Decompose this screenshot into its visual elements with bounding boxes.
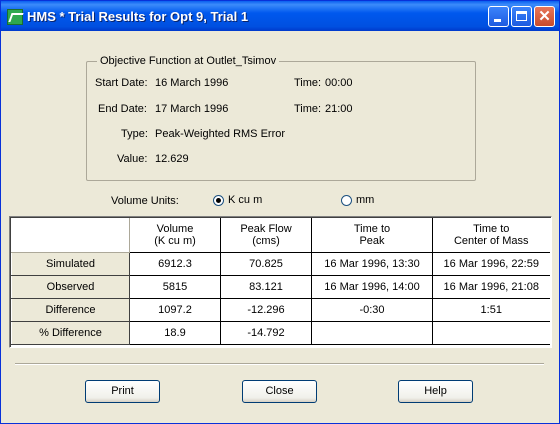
- table-cell: 1097.2: [129, 298, 221, 322]
- results-table-frame: Volume (K cu m) Peak Flow (cms) Time to Pea…: [9, 216, 552, 348]
- table-cell: 16 Mar 1996, 21:08: [432, 275, 550, 299]
- window-title: HMS * Trial Results for Opt 9, Trial 1: [27, 9, 249, 24]
- table-cell: 70.825: [220, 252, 312, 276]
- table-cell: 16 Mar 1996, 22:59: [432, 252, 550, 276]
- end-time-value: 21:00: [325, 103, 353, 115]
- table-row: % Difference 18.9 -14.792: [11, 321, 550, 345]
- separator: [15, 363, 544, 365]
- start-date-label: Start Date:: [95, 77, 148, 89]
- start-time-value: 00:00: [325, 77, 353, 89]
- minimize-button[interactable]: [488, 6, 509, 27]
- column-header-peak-flow: Peak Flow (cms): [220, 218, 312, 253]
- value-label: Value:: [117, 153, 148, 165]
- row-header-simulated: Simulated: [11, 252, 130, 276]
- table-corner-cell: [11, 218, 130, 253]
- type-label: Type:: [121, 128, 148, 140]
- radio-k-cu-m[interactable]: [213, 195, 224, 206]
- table-cell: [432, 321, 550, 345]
- hms-app-icon: [7, 9, 24, 25]
- column-header-line: (cms): [252, 235, 280, 247]
- start-date-value: 16 March 1996: [155, 77, 229, 89]
- objective-value: 12.629: [155, 153, 189, 165]
- close-button[interactable]: Close: [242, 380, 317, 403]
- table-row: Simulated 6912.3 70.825 16 Mar 1996, 13:…: [11, 252, 550, 276]
- table-cell: 6912.3: [129, 252, 221, 276]
- table-header-row: Volume (K cu m) Peak Flow (cms) Time to Pea…: [11, 218, 550, 253]
- objective-function-group-title: Objective Function at Outlet_Tsimov: [97, 55, 280, 67]
- end-date-value: 17 March 1996: [155, 103, 229, 115]
- column-header-line: Time to: [353, 223, 391, 235]
- minimize-icon: [494, 19, 501, 22]
- table-cell: 5815: [129, 275, 221, 299]
- row-header-difference: Difference: [11, 298, 130, 322]
- column-header-line: Time to: [473, 223, 510, 235]
- start-time-label: Time:: [294, 77, 322, 89]
- help-button[interactable]: Help: [398, 380, 473, 403]
- table-cell: 1:51: [432, 298, 550, 322]
- column-header-line: Volume: [156, 223, 194, 235]
- table-cell: [311, 321, 433, 345]
- column-header-time-to-peak: Time to Peak: [311, 218, 433, 253]
- table-cell: 16 Mar 1996, 14:00: [311, 275, 433, 299]
- radio-k-cu-m-label[interactable]: K cu m: [228, 194, 262, 206]
- column-header-line: Center of Mass: [453, 235, 529, 247]
- volume-units-label: Volume Units:: [111, 195, 179, 207]
- table-cell: -0:30: [311, 298, 433, 322]
- radio-mm[interactable]: [341, 195, 352, 206]
- column-header-line: (K cu m): [154, 235, 196, 247]
- end-date-label: End Date:: [98, 103, 147, 115]
- trial-results-window: HMS * Trial Results for Opt 9, Trial 1 ✕…: [0, 0, 560, 424]
- maximize-button[interactable]: [511, 6, 532, 27]
- end-time-label: Time:: [294, 103, 322, 115]
- column-header-line: Peak Flow: [240, 223, 292, 235]
- column-header-line: Peak: [359, 235, 385, 247]
- row-header-observed: Observed: [11, 275, 130, 299]
- results-table: Volume (K cu m) Peak Flow (cms) Time to Pea…: [11, 218, 550, 345]
- print-button[interactable]: Print: [85, 380, 160, 403]
- row-header-percent-difference: % Difference: [11, 321, 130, 345]
- title-bar[interactable]: HMS * Trial Results for Opt 9, Trial 1 ✕: [1, 1, 559, 31]
- table-cell: -12.296: [220, 298, 312, 322]
- table-cell: 18.9: [129, 321, 221, 345]
- column-header-volume: Volume (K cu m): [129, 218, 221, 253]
- type-value: Peak-Weighted RMS Error: [155, 128, 286, 140]
- close-icon: ✕: [538, 8, 551, 25]
- table-cell: 83.121: [220, 275, 312, 299]
- radio-mm-label[interactable]: mm: [356, 194, 374, 206]
- table-cell: -14.792: [220, 321, 312, 345]
- table-row: Difference 1097.2 -12.296 -0:30 1:51: [11, 298, 550, 322]
- column-header-time-to-center-of-mass: Time to Center of Mass: [432, 218, 550, 253]
- maximize-icon: [516, 11, 527, 21]
- table-cell: 16 Mar 1996, 13:30: [311, 252, 433, 276]
- close-window-button[interactable]: ✕: [534, 6, 555, 27]
- table-row: Observed 5815 83.121 16 Mar 1996, 14:00 …: [11, 275, 550, 299]
- radio-selected-dot: [216, 198, 221, 203]
